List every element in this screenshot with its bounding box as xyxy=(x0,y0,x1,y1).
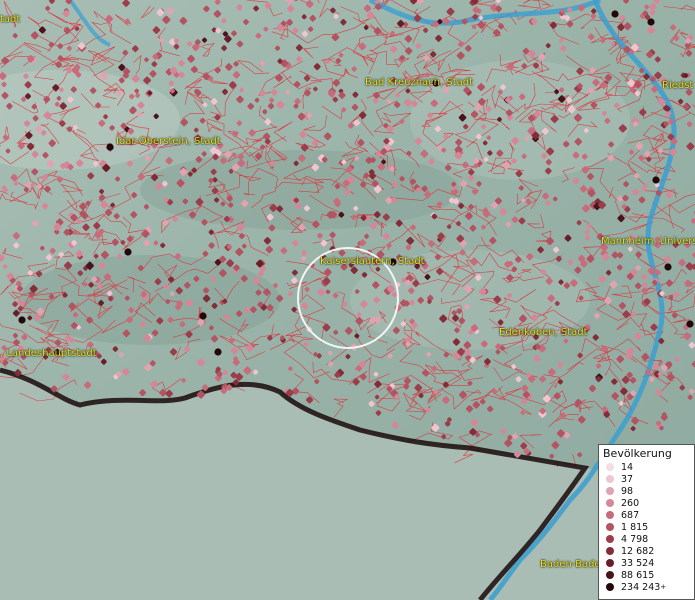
population-legend: Bevölkerung 14 37 98 260 687 1 815 4 798… xyxy=(598,444,695,600)
legend-label: 14 xyxy=(621,461,634,473)
legend-row: 37 xyxy=(603,473,694,485)
legend-swatch xyxy=(606,571,614,579)
city-point xyxy=(686,320,694,328)
place-label-baden-baden[interactable]: Baden-Bade xyxy=(540,559,601,570)
legend-swatch xyxy=(606,487,614,495)
legend-row: 260 xyxy=(603,497,694,509)
legend-swatch xyxy=(606,511,614,519)
legend-swatch xyxy=(606,499,614,507)
legend-label: 234 243 xyxy=(621,581,661,593)
legend-swatch xyxy=(606,535,614,543)
legend-row: 12 682 xyxy=(603,545,694,557)
legend-row: 33 524 xyxy=(603,557,694,569)
city-point xyxy=(18,316,26,324)
legend-label: 88 615 xyxy=(621,569,655,581)
legend-title: Bevölkerung xyxy=(603,447,672,460)
legend-row: 1 815 xyxy=(603,521,694,533)
place-label-riedst[interactable]: Riedst xyxy=(662,80,693,91)
place-label-kaiserslautern[interactable]: Kaiserslautern, Stadt xyxy=(320,256,425,267)
legend-row: 687 xyxy=(603,509,694,521)
legend-swatch xyxy=(606,463,614,471)
legend-label: 4 798 xyxy=(621,533,649,545)
legend-label: 260 xyxy=(621,497,640,509)
legend-label: 687 xyxy=(621,509,640,521)
place-label-bad-kreuznach[interactable]: Bad Kreuznach, Stadt xyxy=(365,77,473,88)
legend-swatch xyxy=(606,547,614,555)
legend-row: 88 615 xyxy=(603,569,694,581)
place-label-landeshauptstadt[interactable]: , Landeshauptstadt xyxy=(0,348,97,359)
legend-row: 98 xyxy=(603,485,694,497)
legend-label: 98 xyxy=(621,485,634,497)
legend-row: 4 798 xyxy=(603,533,694,545)
city-point xyxy=(647,18,655,26)
legend-swatch xyxy=(606,559,614,567)
city-point xyxy=(664,263,672,271)
legend-label: 1 815 xyxy=(621,521,649,533)
legend-label: 37 xyxy=(621,473,634,485)
legend-swatch xyxy=(606,475,614,483)
city-point xyxy=(106,143,114,151)
place-label-edenkoben[interactable]: Edenkoben, Stadt xyxy=(499,327,588,338)
place-label-tadt[interactable]: tadt xyxy=(0,14,20,25)
legend-label: 12 682 xyxy=(621,545,655,557)
legend-swatch xyxy=(606,523,614,531)
place-label-mannheim[interactable]: Mannheim, Univers xyxy=(601,236,695,247)
city-point xyxy=(124,248,132,256)
map-canvas[interactable] xyxy=(0,0,695,600)
legend-swatch xyxy=(606,583,614,591)
city-point xyxy=(214,348,222,356)
legend-row: 234 243 + xyxy=(603,581,694,593)
city-point xyxy=(199,312,207,320)
city-point xyxy=(611,10,619,18)
legend-label: 33 524 xyxy=(621,557,655,569)
city-point xyxy=(652,176,660,184)
legend-plus-marker: + xyxy=(660,583,667,591)
place-label-idar-oberstein[interactable]: Idar-Oberstein, Stadt xyxy=(116,136,221,147)
legend-row: 14 xyxy=(603,461,694,473)
